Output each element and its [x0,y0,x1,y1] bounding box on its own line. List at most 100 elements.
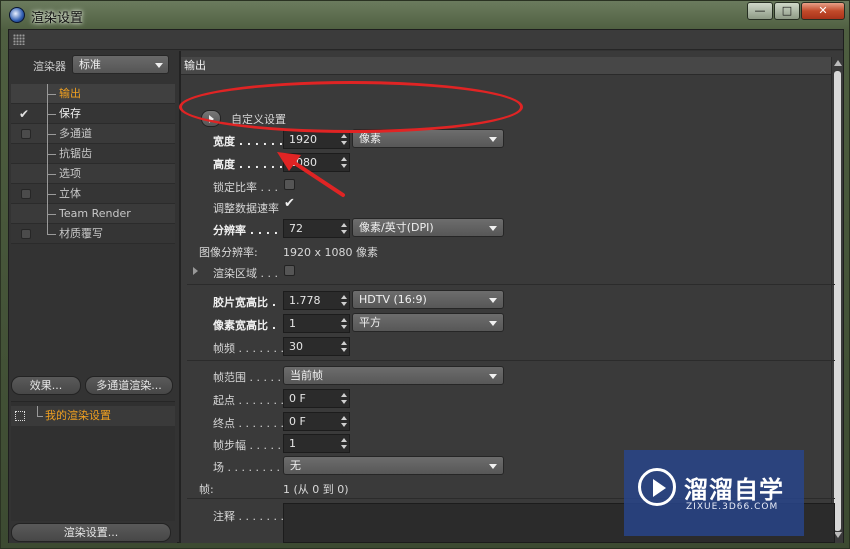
chevron-down-icon [489,321,497,326]
film-aspect-preset-select[interactable]: HDTV (16:9) [352,290,504,309]
tree-connector [47,174,56,175]
watermark-url: ZIXUE.3D66.COM [686,502,779,512]
render-region-checkbox[interactable] [284,265,295,276]
spin-down-icon[interactable] [341,230,347,234]
expand-arrow-icon[interactable] [193,267,198,275]
spin-down-icon[interactable] [341,302,347,306]
pixel-aspect-value: 1 [289,317,296,330]
tree-item-label: 抗锯齿 [59,147,92,160]
multipass-render-button[interactable]: 多通道渲染... [85,376,173,395]
frame-step-label: 帧步幅 . . . . . [213,439,281,452]
tree-connector [47,134,56,135]
chevron-down-icon [489,464,497,469]
spin-up-icon[interactable] [341,416,347,420]
maximize-button[interactable]: □ [774,2,800,20]
grip-icon[interactable] [13,34,25,45]
frame-range-label: 帧范围 . . . . . [213,371,281,384]
tree-item[interactable]: Team Render [11,204,175,224]
divider [187,360,835,361]
divider [187,284,835,285]
tree-connector [47,94,56,95]
tree-connector [47,194,56,195]
tree-item[interactable]: 立体 [11,184,175,204]
tree-item-label: Team Render [59,207,131,220]
resolution-value: 72 [289,222,303,235]
close-button[interactable]: ✕ [801,2,845,20]
window-controls: — □ ✕ [746,2,845,20]
tree-item[interactable]: 多通道 [11,124,175,144]
field-label: 场 . . . . . . . . . [213,461,287,474]
width-value: 1920 [289,133,317,146]
tree-connector [47,234,56,235]
tree-item[interactable]: 抗锯齿 [11,144,175,164]
spin-down-icon[interactable] [341,423,347,427]
end-value: 0 F [289,415,306,428]
resolution-input[interactable]: 72 [283,219,350,238]
lock-ratio-label: 锁定比率 . . . [213,181,278,194]
frame-rate-label: 帧频 . . . . . . . [213,342,284,355]
renderer-select[interactable]: 标准 [72,55,169,74]
resolution-unit-select[interactable]: 像素/英寸(DPI) [352,218,504,237]
image-resolution-value: 1920 x 1080 像素 [283,246,378,259]
start-input[interactable]: 0 F [283,389,350,408]
tree-item-checkbox[interactable] [21,189,31,199]
frame-step-value: 1 [289,437,296,450]
render-region-label: 渲染区域 . . . [213,267,278,280]
tree-item-checkbox[interactable] [21,129,31,139]
spin-down-icon[interactable] [341,445,347,449]
tree-item[interactable]: 选项 [11,164,175,184]
spin-up-icon[interactable] [341,134,347,138]
render-settings-button[interactable]: 渲染设置... [11,523,171,542]
preset-item[interactable]: 我的渲染设置 [11,406,175,426]
spin-up-icon[interactable] [341,318,347,322]
checkmark-icon[interactable]: ✔ [19,104,29,124]
tree-item-label: 输出 [59,87,81,100]
title-bar[interactable]: 渲染设置 — □ ✕ [1,1,850,29]
tree-item[interactable]: 材质覆写 [11,224,175,244]
width-label: 宽度 . . . . . . . [213,135,292,148]
spin-up-icon[interactable] [341,438,347,442]
chevron-down-icon [489,137,497,142]
start-label: 起点 . . . . . . . [213,394,284,407]
preset-list: 我的渲染设置 [11,401,175,521]
tree-item-label: 保存 [59,107,81,120]
scroll-thumb[interactable] [834,71,841,531]
scroll-up-icon[interactable] [834,60,842,66]
end-input[interactable]: 0 F [283,412,350,431]
tree-item[interactable]: ✔ 保存 [11,104,175,124]
effects-button[interactable]: 效果... [11,376,81,395]
tree-item[interactable]: 输出 [11,84,175,104]
width-unit-value: 像素 [359,132,381,145]
tree-item-label: 选项 [59,167,81,180]
frame-step-input[interactable]: 1 [283,434,350,453]
minimize-button[interactable]: — [747,2,773,20]
tree-connector [47,214,56,215]
spin-up-icon[interactable] [341,223,347,227]
spin-up-icon[interactable] [341,295,347,299]
frame-rate-input[interactable]: 30 [283,337,350,356]
frame-range-value: 当前帧 [290,369,323,382]
expand-dotted-icon[interactable] [15,411,25,421]
pixel-aspect-input[interactable]: 1 [283,314,350,333]
spin-down-icon[interactable] [341,141,347,145]
spin-down-icon[interactable] [341,325,347,329]
film-aspect-input[interactable]: 1.778 [283,291,350,310]
scrollbar[interactable] [831,57,843,541]
field-select[interactable]: 无 [283,456,504,475]
preset-label: 我的渲染设置 [45,409,111,422]
tree-item-checkbox[interactable] [21,229,31,239]
spin-down-icon[interactable] [341,348,347,352]
film-aspect-label: 胶片宽高比 . [213,296,277,309]
chevron-down-icon [489,226,497,231]
spin-up-icon[interactable] [341,341,347,345]
watermark-logo: 溜溜自学 ZIXUE.3D66.COM [624,450,804,536]
frame-range-select[interactable]: 当前帧 [283,366,504,385]
scroll-down-icon[interactable] [834,532,842,538]
chevron-down-icon [489,298,497,303]
tree-connector [47,114,56,115]
pixel-aspect-preset-select[interactable]: 平方 [352,313,504,332]
watermark-title: 溜溜自学 [684,476,784,504]
spin-down-icon[interactable] [341,400,347,404]
play-icon [653,479,666,497]
spin-up-icon[interactable] [341,393,347,397]
